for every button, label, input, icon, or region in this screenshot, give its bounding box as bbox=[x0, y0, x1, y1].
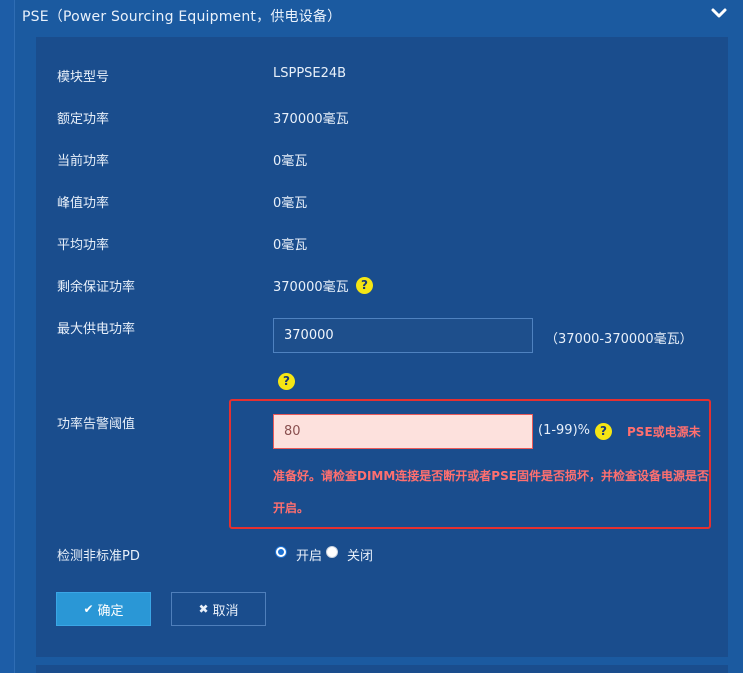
ok-button[interactable]: ✔ 确定 bbox=[56, 592, 151, 626]
close-icon: ✖ bbox=[198, 602, 209, 616]
cancel-button[interactable]: ✖ 取消 bbox=[171, 592, 266, 626]
cancel-button-label: 取消 bbox=[212, 603, 239, 619]
next-panel-edge bbox=[36, 665, 728, 673]
radio-enable[interactable] bbox=[275, 546, 287, 558]
current-power-value: 0毫瓦 bbox=[273, 154, 308, 169]
error-message-line1: PSE或电源未 bbox=[627, 425, 701, 439]
peak-power-value: 0毫瓦 bbox=[273, 196, 308, 211]
avg-power-value: 0毫瓦 bbox=[273, 238, 308, 253]
error-message-line3: 开启。 bbox=[273, 501, 310, 515]
current-power-label: 当前功率 bbox=[57, 154, 110, 169]
nonstandard-pd-label: 检测非标准PD bbox=[57, 549, 140, 564]
remaining-power-label: 剩余保证功率 bbox=[57, 280, 136, 295]
radio-disable[interactable] bbox=[326, 546, 338, 558]
model-value: LSPPSE24B bbox=[273, 66, 347, 81]
ok-button-label: 确定 bbox=[97, 603, 124, 619]
alarm-threshold-input[interactable] bbox=[273, 414, 533, 449]
radio-enable-label[interactable]: 开启 bbox=[296, 545, 322, 564]
max-power-range: （37000-370000毫瓦） bbox=[545, 332, 693, 347]
chevron-down-icon[interactable] bbox=[710, 6, 728, 20]
avg-power-label: 平均功率 bbox=[57, 238, 110, 253]
rated-power-value: 370000毫瓦 bbox=[273, 112, 349, 127]
remaining-power-value: 370000毫瓦 bbox=[273, 280, 349, 295]
model-label: 模块型号 bbox=[57, 70, 110, 85]
panel-header[interactable]: PSE（Power Sourcing Equipment，供电设备） bbox=[22, 0, 728, 32]
peak-power-label: 峰值功率 bbox=[57, 196, 110, 211]
help-icon[interactable]: ? bbox=[356, 277, 373, 294]
rated-power-label: 额定功率 bbox=[57, 112, 110, 127]
help-icon[interactable]: ? bbox=[278, 373, 295, 390]
alarm-threshold-range: (1-99)% bbox=[538, 423, 590, 438]
help-icon[interactable]: ? bbox=[595, 423, 612, 440]
radio-disable-label[interactable]: 关闭 bbox=[347, 545, 373, 564]
alarm-threshold-label: 功率告警阈值 bbox=[57, 417, 136, 432]
max-power-label: 最大供电功率 bbox=[57, 322, 136, 337]
max-power-input[interactable] bbox=[273, 318, 533, 353]
panel-title: PSE（Power Sourcing Equipment，供电设备） bbox=[22, 9, 342, 25]
error-message-line2: 准备好。请检查DIMM连接是否断开或者PSE固件是否损坏，并检查设备电源是否 bbox=[273, 469, 709, 483]
check-icon: ✔ bbox=[83, 602, 94, 616]
